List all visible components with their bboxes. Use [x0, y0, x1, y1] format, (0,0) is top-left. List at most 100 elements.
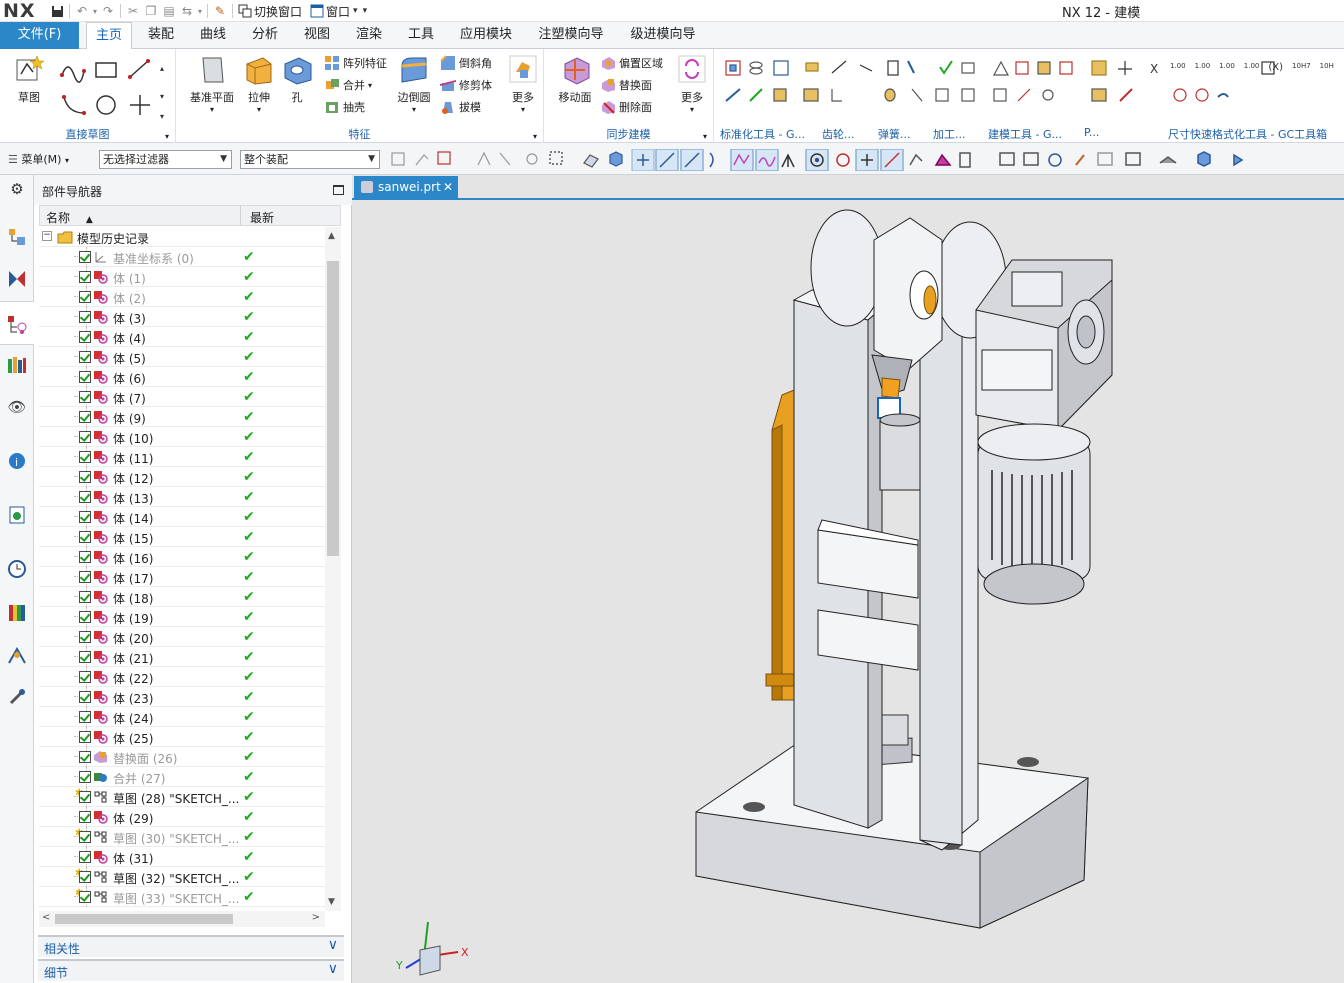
cut-icon[interactable]: ✂ — [124, 3, 142, 19]
tree-item-replace[interactable]: 替换面 (26) ✔ — [39, 747, 325, 767]
scroll-down-icon[interactable]: ▼ — [328, 897, 335, 907]
tree-item-sketch[interactable]: ✱草图 (28) "SKETCH_...✔ — [39, 787, 325, 807]
pattern-feature-button[interactable]: 阵列特征 — [324, 55, 387, 71]
std-tools-group-label[interactable]: 标准化工具 - G... — [720, 126, 805, 142]
tree-item-body[interactable]: 体 (3) ✔ — [39, 307, 325, 327]
switch-window-icon[interactable] — [236, 3, 254, 19]
tab-view[interactable]: 视图 — [296, 22, 338, 49]
snap-and-view-icons[interactable] — [388, 149, 1268, 171]
tab-mold-wizard[interactable]: 注塑模向导 — [530, 22, 612, 49]
tree-item-body[interactable]: 体 (24) ✔ — [39, 707, 325, 727]
tree-item-body[interactable]: 体 (2) ✔ — [39, 287, 325, 307]
customize-quick-access-icon[interactable]: ▾ — [363, 6, 368, 16]
dim-tools-group-label[interactable]: 尺寸快速格式化工具 - GC工具箱 — [1168, 126, 1327, 142]
dim-tag-4[interactable]: 1.00 — [1244, 62, 1260, 73]
dim-tag-7[interactable]: 10H — [1320, 62, 1334, 73]
visibility-checkbox[interactable] — [79, 691, 91, 703]
tree-item-body[interactable]: 体 (16) ✔ — [39, 547, 325, 567]
tab-file[interactable]: 文件(F) — [0, 22, 79, 49]
tree-item-body[interactable]: 体 (17) ✔ — [39, 567, 325, 587]
spring-group-label[interactable]: 弹簧... — [878, 126, 911, 142]
tree-item-csys[interactable]: 基准坐标系 (0) ✔ — [39, 247, 325, 267]
tab-tools[interactable]: 工具 — [400, 22, 442, 49]
tree-item-body[interactable]: 体 (21) ✔ — [39, 647, 325, 667]
tree-item-body[interactable]: 体 (10) ✔ — [39, 427, 325, 447]
sketch-curve-tools[interactable]: ▴ ▾ ▾ — [58, 57, 168, 127]
column-name-header[interactable]: 名称 ▲ — [46, 209, 93, 226]
machining-group-label[interactable]: 加工... — [933, 126, 966, 142]
visibility-checkbox[interactable] — [79, 851, 91, 863]
tree-item-sketch[interactable]: ✱草图 (30) "SKETCH_...✔ — [39, 827, 325, 847]
visibility-checkbox[interactable] — [79, 791, 91, 803]
visibility-checkbox[interactable] — [79, 551, 91, 563]
selection-filter-dropdown[interactable]: 无选择过滤器 ▼ — [99, 150, 232, 169]
tree-item-body[interactable]: 体 (7) ✔ — [39, 387, 325, 407]
dim-tag-2[interactable]: 1.00 — [1195, 62, 1211, 73]
roles-icon[interactable] — [7, 687, 27, 707]
details-panel[interactable]: 细节 ∨ — [38, 959, 344, 981]
tab-progressive-die-wizard[interactable]: 级进模向导 — [622, 22, 704, 49]
sync-more-button[interactable]: 更多 ▾ — [674, 54, 710, 114]
tree-item-body[interactable]: 体 (9) ✔ — [39, 407, 325, 427]
column-latest-header[interactable]: 最新 — [250, 209, 274, 226]
undo-dropdown-icon[interactable]: ▾ — [91, 3, 99, 19]
tree-item-body[interactable]: 体 (29) ✔ — [39, 807, 325, 827]
selection-scope-dropdown[interactable]: 整个装配 ▼ — [240, 150, 380, 169]
window-menu-button[interactable]: 窗口 — [326, 3, 350, 20]
undo-icon[interactable]: ↶ — [73, 3, 91, 19]
tab-render[interactable]: 渲染 — [348, 22, 390, 49]
info-icon[interactable]: i — [7, 451, 27, 471]
gear-group-label[interactable]: 齿轮... — [822, 126, 855, 142]
scroll-thumb[interactable] — [327, 261, 339, 556]
draft-button[interactable]: 拔模 — [440, 99, 481, 115]
hole-button[interactable]: 孔 — [280, 54, 314, 105]
press-machine-model[interactable] — [352, 200, 1344, 983]
tree-item-body[interactable]: 体 (14) ✔ — [39, 507, 325, 527]
redo-icon[interactable]: ↷ — [99, 3, 117, 19]
tab-assembly[interactable]: 装配 — [140, 22, 182, 49]
dim-tag-5[interactable]: (X) — [1268, 62, 1283, 73]
tree-item-body[interactable]: 体 (19) ✔ — [39, 607, 325, 627]
dim-tag-3[interactable]: 1.00 — [1219, 62, 1235, 73]
tree-item-body[interactable]: 体 (1) ✔ — [39, 267, 325, 287]
tree-item-body[interactable]: 体 (23) ✔ — [39, 687, 325, 707]
visibility-checkbox[interactable] — [79, 871, 91, 883]
tree-item-sketch[interactable]: ✱草图 (33) "SKETCH_...✔ — [39, 887, 325, 907]
chamfer-button[interactable]: 倒斜角 — [440, 55, 492, 71]
collapse-icon[interactable]: − — [42, 231, 52, 241]
tab-curve[interactable]: 曲线 — [192, 22, 234, 49]
save-icon[interactable] — [48, 3, 66, 19]
vertical-scrollbar[interactable]: ▲ ▼ — [325, 227, 341, 911]
reuse-library-icon[interactable] — [7, 355, 27, 375]
process-studio-icon[interactable] — [7, 645, 27, 665]
visibility-checkbox[interactable] — [79, 771, 91, 783]
tree-item-body[interactable]: 体 (31) ✔ — [39, 847, 325, 867]
visibility-checkbox[interactable] — [79, 311, 91, 323]
sketch-button[interactable]: 草图 — [8, 54, 50, 105]
visibility-checkbox[interactable] — [79, 611, 91, 623]
tree-item-sketch[interactable]: ✱草图 (32) "SKETCH_...✔ — [39, 867, 325, 887]
window-dropdown-icon[interactable]: ▾ — [353, 6, 358, 16]
visibility-checkbox[interactable] — [79, 291, 91, 303]
paste-icon[interactable]: ▤ — [160, 3, 178, 19]
delete-face-button[interactable]: 删除面 — [600, 99, 652, 115]
visibility-checkbox[interactable] — [79, 671, 91, 683]
constraint-navigator-icon[interactable] — [7, 269, 27, 289]
close-tab-icon[interactable]: ✕ — [443, 176, 453, 198]
model-history-tree[interactable]: − 模型历史记录 基准坐标系 (0) ✔ 体 (1) ✔ 体 (2) ✔ 体 (3) ✔ 体 (… — [39, 227, 325, 911]
part-navigator-tab[interactable] — [0, 301, 34, 345]
p-group-label[interactable]: P... — [1084, 126, 1099, 139]
tree-item-unite[interactable]: 合并 (27) ✔ — [39, 767, 325, 787]
move-face-button[interactable]: 移动面 — [556, 54, 594, 105]
tree-item-body[interactable]: 体 (25) ✔ — [39, 727, 325, 747]
visibility-checkbox[interactable] — [79, 651, 91, 663]
tab-home[interactable]: 主页 — [86, 22, 132, 50]
scroll-right-icon[interactable]: > — [312, 912, 320, 923]
scroll-left-icon[interactable]: < — [42, 912, 50, 923]
menu-button[interactable]: ☰ 菜单(M) ▾ — [8, 151, 69, 167]
window-icon[interactable] — [308, 3, 326, 19]
visibility-checkbox[interactable] — [79, 491, 91, 503]
replace-face-button[interactable]: 替换面 — [600, 77, 652, 93]
visibility-checkbox[interactable] — [79, 631, 91, 643]
visibility-checkbox[interactable] — [79, 751, 91, 763]
